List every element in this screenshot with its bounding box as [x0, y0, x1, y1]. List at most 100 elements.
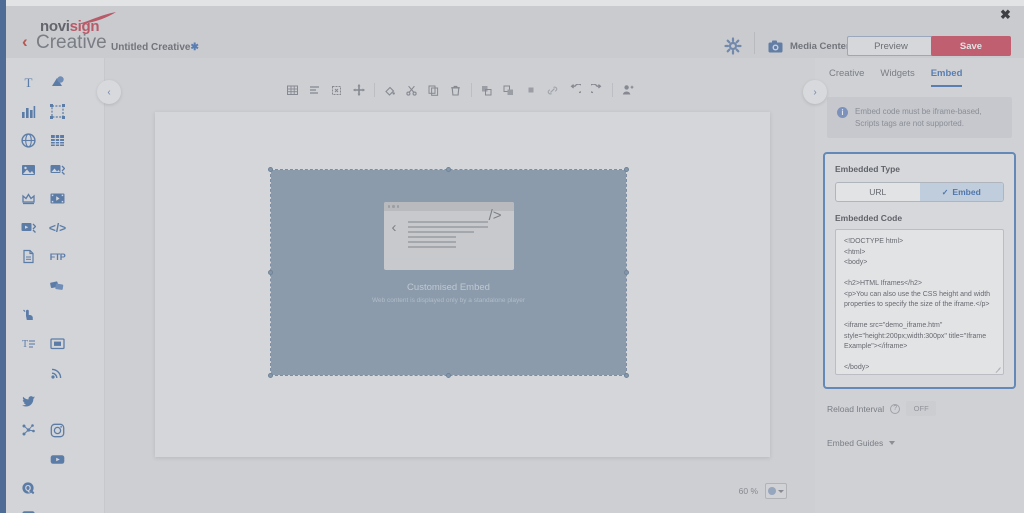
social-wall-tool-icon[interactable] [14, 416, 43, 445]
embedded-type-option-url[interactable]: URL [836, 183, 920, 201]
table-tool-icon[interactable] [43, 126, 72, 155]
rss-tool-icon[interactable] [43, 358, 72, 387]
embedded-type-option-embed[interactable]: ✓ Embed [919, 183, 1003, 202]
shapes-tool-icon[interactable] [43, 68, 72, 97]
unsplash-tool-icon[interactable]: U [14, 503, 43, 513]
cut-button[interactable] [401, 79, 423, 101]
fit-button[interactable] [326, 79, 348, 101]
info-banner: i Embed code must be iframe-based, Scrip… [827, 97, 1012, 139]
grid-button[interactable] [282, 79, 304, 101]
bring-forward-button[interactable] [476, 79, 498, 101]
collapse-left-panel-button[interactable]: ‹ [97, 80, 121, 104]
rail-spacer-3 [14, 358, 43, 387]
tab-creative[interactable]: Creative [829, 68, 864, 87]
code-slash-glyph: /> [488, 207, 502, 224]
embed-guides-row[interactable]: Embed Guides [827, 438, 1012, 448]
zoom-control: 60 % [739, 483, 787, 499]
browser-code-icon: ‹ /> [383, 202, 514, 270]
resize-handle-s[interactable] [446, 373, 451, 378]
send-backward-button[interactable] [498, 79, 520, 101]
collapse-right-panel-button[interactable]: › [803, 80, 827, 104]
chevron-down-icon [889, 441, 896, 446]
code-tool-icon[interactable]: </> [43, 213, 72, 242]
ticker-tool-icon[interactable]: T [14, 329, 43, 358]
copy-button[interactable] [423, 79, 445, 101]
image-tool-icon[interactable] [14, 155, 43, 184]
embedded-type-label: Embedded Type [835, 164, 901, 175]
embedded-type-url-label: URL [869, 187, 887, 198]
media-center-button[interactable]: Media Center [768, 37, 850, 55]
paint-button[interactable] [379, 79, 401, 101]
canvas-area: ‹ /> Customised Embed Web content is dis… [105, 58, 815, 513]
right-panel: Creative Widgets Embed i Embed code must… [815, 58, 1024, 513]
frame-tool-icon[interactable] [43, 97, 72, 126]
screen-tool-icon[interactable] [43, 329, 72, 358]
video-slideshow-tool-icon[interactable] [14, 213, 43, 242]
zoom-level: 60 % [738, 486, 758, 496]
toolbar-divider-2 [470, 83, 472, 97]
panel-tabs: Creative Widgets Embed [815, 58, 1024, 87]
reload-interval-row: Reload Interval ? OFF [827, 401, 1012, 417]
resize-handle-se[interactable] [624, 373, 629, 378]
align-button[interactable] [304, 79, 326, 101]
yammer-tool-icon[interactable]: y [43, 503, 72, 513]
angle-left-glyph: ‹ [391, 219, 397, 236]
trash-button[interactable] [445, 79, 467, 101]
youtube-tool-icon[interactable] [43, 445, 72, 474]
tool-grid: T </> FTP T Q [14, 68, 100, 513]
rail-spacer-1 [14, 271, 43, 300]
twitter-tool-icon[interactable] [14, 387, 43, 416]
lock-button[interactable] [520, 79, 542, 101]
info-icon: i [837, 107, 848, 118]
rail-spacer-5 [14, 445, 43, 474]
rail-spacer-2 [43, 300, 72, 329]
qr-tool-icon[interactable]: Q [14, 474, 43, 503]
resize-grip-icon[interactable] [994, 366, 1001, 373]
chart-tool-icon[interactable] [14, 97, 43, 126]
help-icon[interactable]: ? [890, 403, 901, 414]
tab-embed[interactable]: Embed [930, 68, 963, 87]
crown-tool-icon[interactable] [14, 184, 43, 213]
undo-button[interactable] [564, 79, 586, 101]
resize-handle-nw[interactable] [268, 167, 273, 172]
embedded-code-input[interactable]: <!DOCTYPE html> <html> <body> <h2>HTML I… [835, 229, 1004, 376]
social-feed-tool-icon[interactable] [43, 271, 72, 300]
embed-settings-card: Embedded Type URL ✓ Embed Embedded Code … [823, 152, 1016, 390]
page-title: Creative [36, 32, 107, 53]
embed-widget[interactable]: ‹ /> Customised Embed Web content is dis… [268, 167, 629, 378]
placeholder-title: Customised Embed [407, 282, 490, 293]
preview-button[interactable]: Preview [847, 36, 935, 56]
export-button[interactable] [617, 79, 639, 101]
embedded-type-toggle: URL ✓ Embed [835, 182, 1004, 203]
resize-handle-sw[interactable] [268, 373, 273, 378]
back-button[interactable]: ‹ [22, 33, 28, 50]
gear-icon[interactable] [724, 37, 742, 55]
link-button[interactable] [542, 79, 564, 101]
camera-icon [768, 40, 783, 52]
touch-tool-icon[interactable] [14, 300, 43, 329]
video-tool-icon[interactable] [43, 184, 72, 213]
code-lines [407, 221, 488, 251]
text-tool-icon[interactable]: T [14, 68, 43, 97]
creative-stage[interactable]: ‹ /> Customised Embed Web content is dis… [155, 112, 770, 457]
info-banner-text: Embed code must be iframe-based, Scripts… [855, 107, 982, 128]
tab-widgets[interactable]: Widgets [880, 68, 914, 87]
rail-spacer-6 [43, 474, 72, 503]
redo-button[interactable] [586, 79, 608, 101]
globe-tool-icon[interactable] [14, 126, 43, 155]
embedded-code-label: Embedded Code [835, 213, 903, 224]
close-icon[interactable]: ✖ [1000, 7, 1011, 23]
image-slideshow-tool-icon[interactable] [43, 155, 72, 184]
reload-interval-toggle[interactable]: OFF [906, 401, 937, 417]
move-button[interactable] [348, 79, 370, 101]
resize-handle-ne[interactable] [624, 167, 629, 172]
instagram-tool-icon[interactable] [43, 416, 72, 445]
save-button[interactable]: Save [931, 36, 1011, 56]
document-tool-icon[interactable] [14, 242, 43, 271]
resize-handle-n[interactable] [446, 167, 451, 172]
toolbar-divider-3 [611, 83, 613, 97]
media-center-label: Media Center [790, 40, 850, 52]
document-title[interactable]: Untitled Creative✱ [111, 42, 199, 53]
zoom-dropdown-button[interactable] [765, 483, 787, 499]
ftp-tool-icon[interactable]: FTP [43, 242, 72, 271]
